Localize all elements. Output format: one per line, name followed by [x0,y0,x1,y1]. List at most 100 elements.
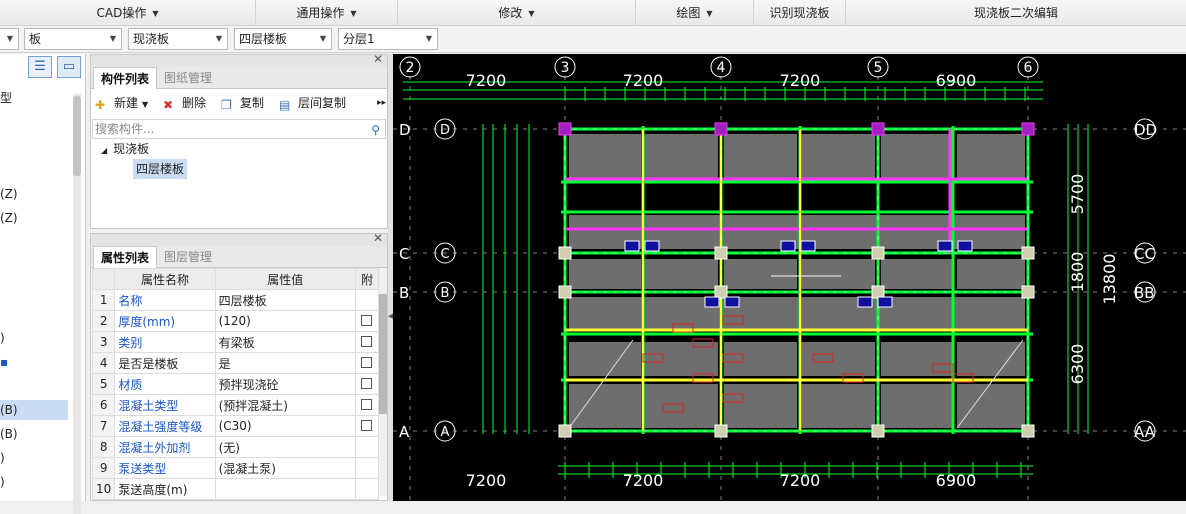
attach-checkbox-cell[interactable] [354,373,380,395]
ribbon-group-cad-ops[interactable]: CAD操作 ▼ [0,0,256,26]
component-category-combo[interactable]: 现浇板 ▼ [128,28,228,50]
property-value[interactable]: 四层楼板 [214,289,356,311]
attach-checkbox[interactable] [361,336,373,347]
property-scroll-thumb[interactable] [379,294,387,414]
layer-combo[interactable]: 分层1 ▼ [338,28,438,50]
left-panel-scroll-thumb[interactable] [73,96,81,176]
floor-copy-button[interactable]: ▤ 层间复制 [279,93,346,113]
chevron-down-icon: ▼ [142,100,149,109]
close-icon[interactable]: ✕ [373,52,383,66]
dimension-text-bottom: 7200 [466,471,507,490]
attach-checkbox[interactable] [361,378,373,389]
component-combo[interactable]: 四层楼板 ▼ [234,28,332,50]
property-value[interactable]: 是 [214,352,356,374]
property-value[interactable]: (120) [214,310,356,332]
property-value[interactable]: (预拌混凝土) [214,394,356,416]
attach-checkbox[interactable] [361,315,373,326]
tree-item[interactable]: ) [0,448,70,468]
property-name: 名称 [114,289,216,311]
axis-label-top: 6 [1024,60,1033,76]
tree-item[interactable]: ▪ [0,352,70,372]
property-name: 泵送类型 [114,457,216,479]
property-name: 混凝土外加剂 [114,436,216,458]
column-node [558,424,572,438]
search-icon: ⚲ [371,123,380,137]
property-row[interactable]: 7 混凝土强度等级 (C30) [91,415,380,437]
ribbon-group-common-ops[interactable]: 通用操作 ▼ [256,0,398,26]
tab-drawing-management[interactable]: 图纸管理 [157,67,219,89]
tab-component-list[interactable]: 构件列表 [93,67,158,89]
attach-checkbox-cell[interactable] [354,289,380,311]
property-row[interactable]: 10 泵送高度(m) [91,478,380,500]
floor-plan-drawing[interactable]: 2 3 4 5 6D DC CB BA ADDCCBBAA7200 7200 7200 6900720… [393,54,1186,501]
attach-checkbox[interactable] [361,420,373,431]
tree-item[interactable]: ) [0,328,70,348]
ribbon-group-slab-edit[interactable]: 现浇板二次编辑 [846,0,1186,26]
tree-node-floor-slab[interactable]: 四层楼板 [133,159,188,179]
property-row[interactable]: 9 泵送类型 (混凝土泵) [91,457,380,479]
attach-checkbox-cell[interactable] [354,331,380,353]
property-row[interactable]: 2 厚度(mm) (120) [91,310,380,332]
tree-item[interactable]: ) [0,472,70,492]
floor-combo-cut[interactable]: ▼ [0,28,19,50]
row-number-header [91,268,116,290]
column-node [871,246,885,260]
tree-item-selected[interactable]: (B) [0,400,68,420]
property-value[interactable]: 预拌现浇砼 [214,373,356,395]
component-type-combo[interactable]: 板 ▼ [24,28,122,50]
ribbon-group-modify[interactable]: 修改 ▼ [398,0,636,26]
new-button[interactable]: ✚ 新建 ▼ [95,93,148,113]
property-row[interactable]: 8 混凝土外加剂 (无) [91,436,380,458]
property-row[interactable]: 3 类别 有梁板 [91,331,380,353]
ribbon-group-identify-slab[interactable]: 识别现浇板 [754,0,846,26]
attach-checkbox-cell[interactable] [354,394,380,416]
attach-checkbox-cell[interactable] [354,436,380,458]
slab-panel [800,259,875,289]
property-value[interactable]: 有梁板 [214,331,356,353]
tab-layer-management[interactable]: 图层管理 [157,246,219,268]
selection-toolbar: ▼ 板 ▼ 现浇板 ▼ 四层楼板 ▼ 分层1 ▼ [0,26,1186,53]
property-row[interactable]: 5 材质 预拌现浇砼 [91,373,380,395]
property-name: 是否是楼板 [114,352,216,374]
list-view-icon[interactable]: ☰ [28,56,52,78]
attach-checkbox[interactable] [361,399,373,410]
attach-checkbox-cell[interactable] [354,457,380,479]
property-list-panel: ✕ 属性列表 图层管理 属性名称 属性值 附 1 名称 四层楼板 2 厚度(mm) (12… [90,231,388,501]
close-icon[interactable]: ✕ [373,231,383,245]
column-node [871,424,885,438]
row-number: 9 [91,457,116,479]
attach-checkbox[interactable] [361,357,373,368]
tree-node-slab-type[interactable]: ◢ 现浇板 [101,139,149,159]
attach-checkbox-cell[interactable] [354,352,380,374]
tab-property-list[interactable]: 属性列表 [93,246,158,268]
tree-item[interactable]: (Z) [0,184,70,204]
property-value[interactable]: (无) [214,436,356,458]
property-value[interactable] [214,478,356,500]
property-row[interactable]: 6 混凝土类型 (预拌混凝土) [91,394,380,416]
property-name: 混凝土强度等级 [114,415,216,437]
slab-panel [569,342,641,376]
tree-item[interactable]: 型 [0,88,70,108]
more-icon[interactable]: ▸▸ [377,93,386,113]
tree-view-icon[interactable]: ▭ [57,56,81,78]
slab-panel [643,384,718,428]
tree-item[interactable]: (Z) [0,208,70,228]
copy-button[interactable]: ❐ 复制 [221,93,264,113]
row-number: 5 [91,373,116,395]
attach-checkbox-cell[interactable] [354,310,380,332]
tree-item[interactable]: (B) [0,424,70,444]
cad-drawing-canvas[interactable]: 2 3 4 5 6 D D C C B B A A DD CC BB AA 7200 7200 7200 6900 720… [393,54,1186,501]
property-value[interactable]: (混凝土泵) [214,457,356,479]
slab-panel [881,342,953,376]
property-row[interactable]: 1 名称 四层楼板 [91,289,380,311]
delete-button[interactable]: ✖ 删除 [163,93,206,113]
column-node [1021,246,1035,260]
property-value[interactable]: (C30) [214,415,356,437]
attach-checkbox-cell[interactable] [354,478,380,500]
property-row[interactable]: 4 是否是楼板是 [91,352,380,374]
property-name: 泵送高度(m) [114,478,216,500]
attach-checkbox-cell[interactable] [354,415,380,437]
component-search-input[interactable]: 搜索构件... ⚲ [92,119,386,139]
ribbon-group-draw[interactable]: 绘图 ▼ [636,0,754,26]
dimension-text-right: 1800 [1068,252,1087,293]
